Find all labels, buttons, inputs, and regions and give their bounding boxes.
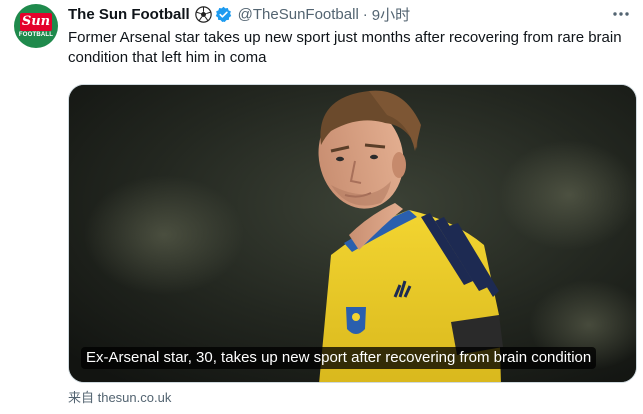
link-source[interactable]: 来自 thesun.co.uk bbox=[68, 387, 171, 406]
tweet-text: Former Arsenal star takes up new sport j… bbox=[68, 29, 622, 66]
card-caption: Ex-Arsenal star, 30, takes up new sport … bbox=[81, 347, 597, 369]
tweet-timestamp[interactable]: 9小时 bbox=[372, 4, 410, 25]
soccer-ball-icon bbox=[194, 5, 212, 23]
more-options-icon[interactable] bbox=[611, 4, 631, 24]
avatar[interactable]: Sun FOOTBALL bbox=[14, 4, 58, 48]
link-card[interactable]: Ex-Arsenal star, 30, takes up new sport … bbox=[68, 84, 637, 383]
tweet-header: The Sun Football @TheSunFootball · 9小时 bbox=[68, 4, 410, 24]
account-name[interactable]: The Sun Football bbox=[68, 6, 190, 23]
sun-logo: Sun bbox=[20, 13, 52, 31]
account-handle[interactable]: @TheSunFootball bbox=[238, 6, 359, 23]
football-logo-text: FOOTBALL bbox=[18, 32, 54, 38]
separator-dot: · bbox=[362, 5, 368, 23]
verified-badge-icon[interactable] bbox=[215, 6, 232, 23]
footballer-in-sweden-kit-photo bbox=[69, 85, 636, 382]
